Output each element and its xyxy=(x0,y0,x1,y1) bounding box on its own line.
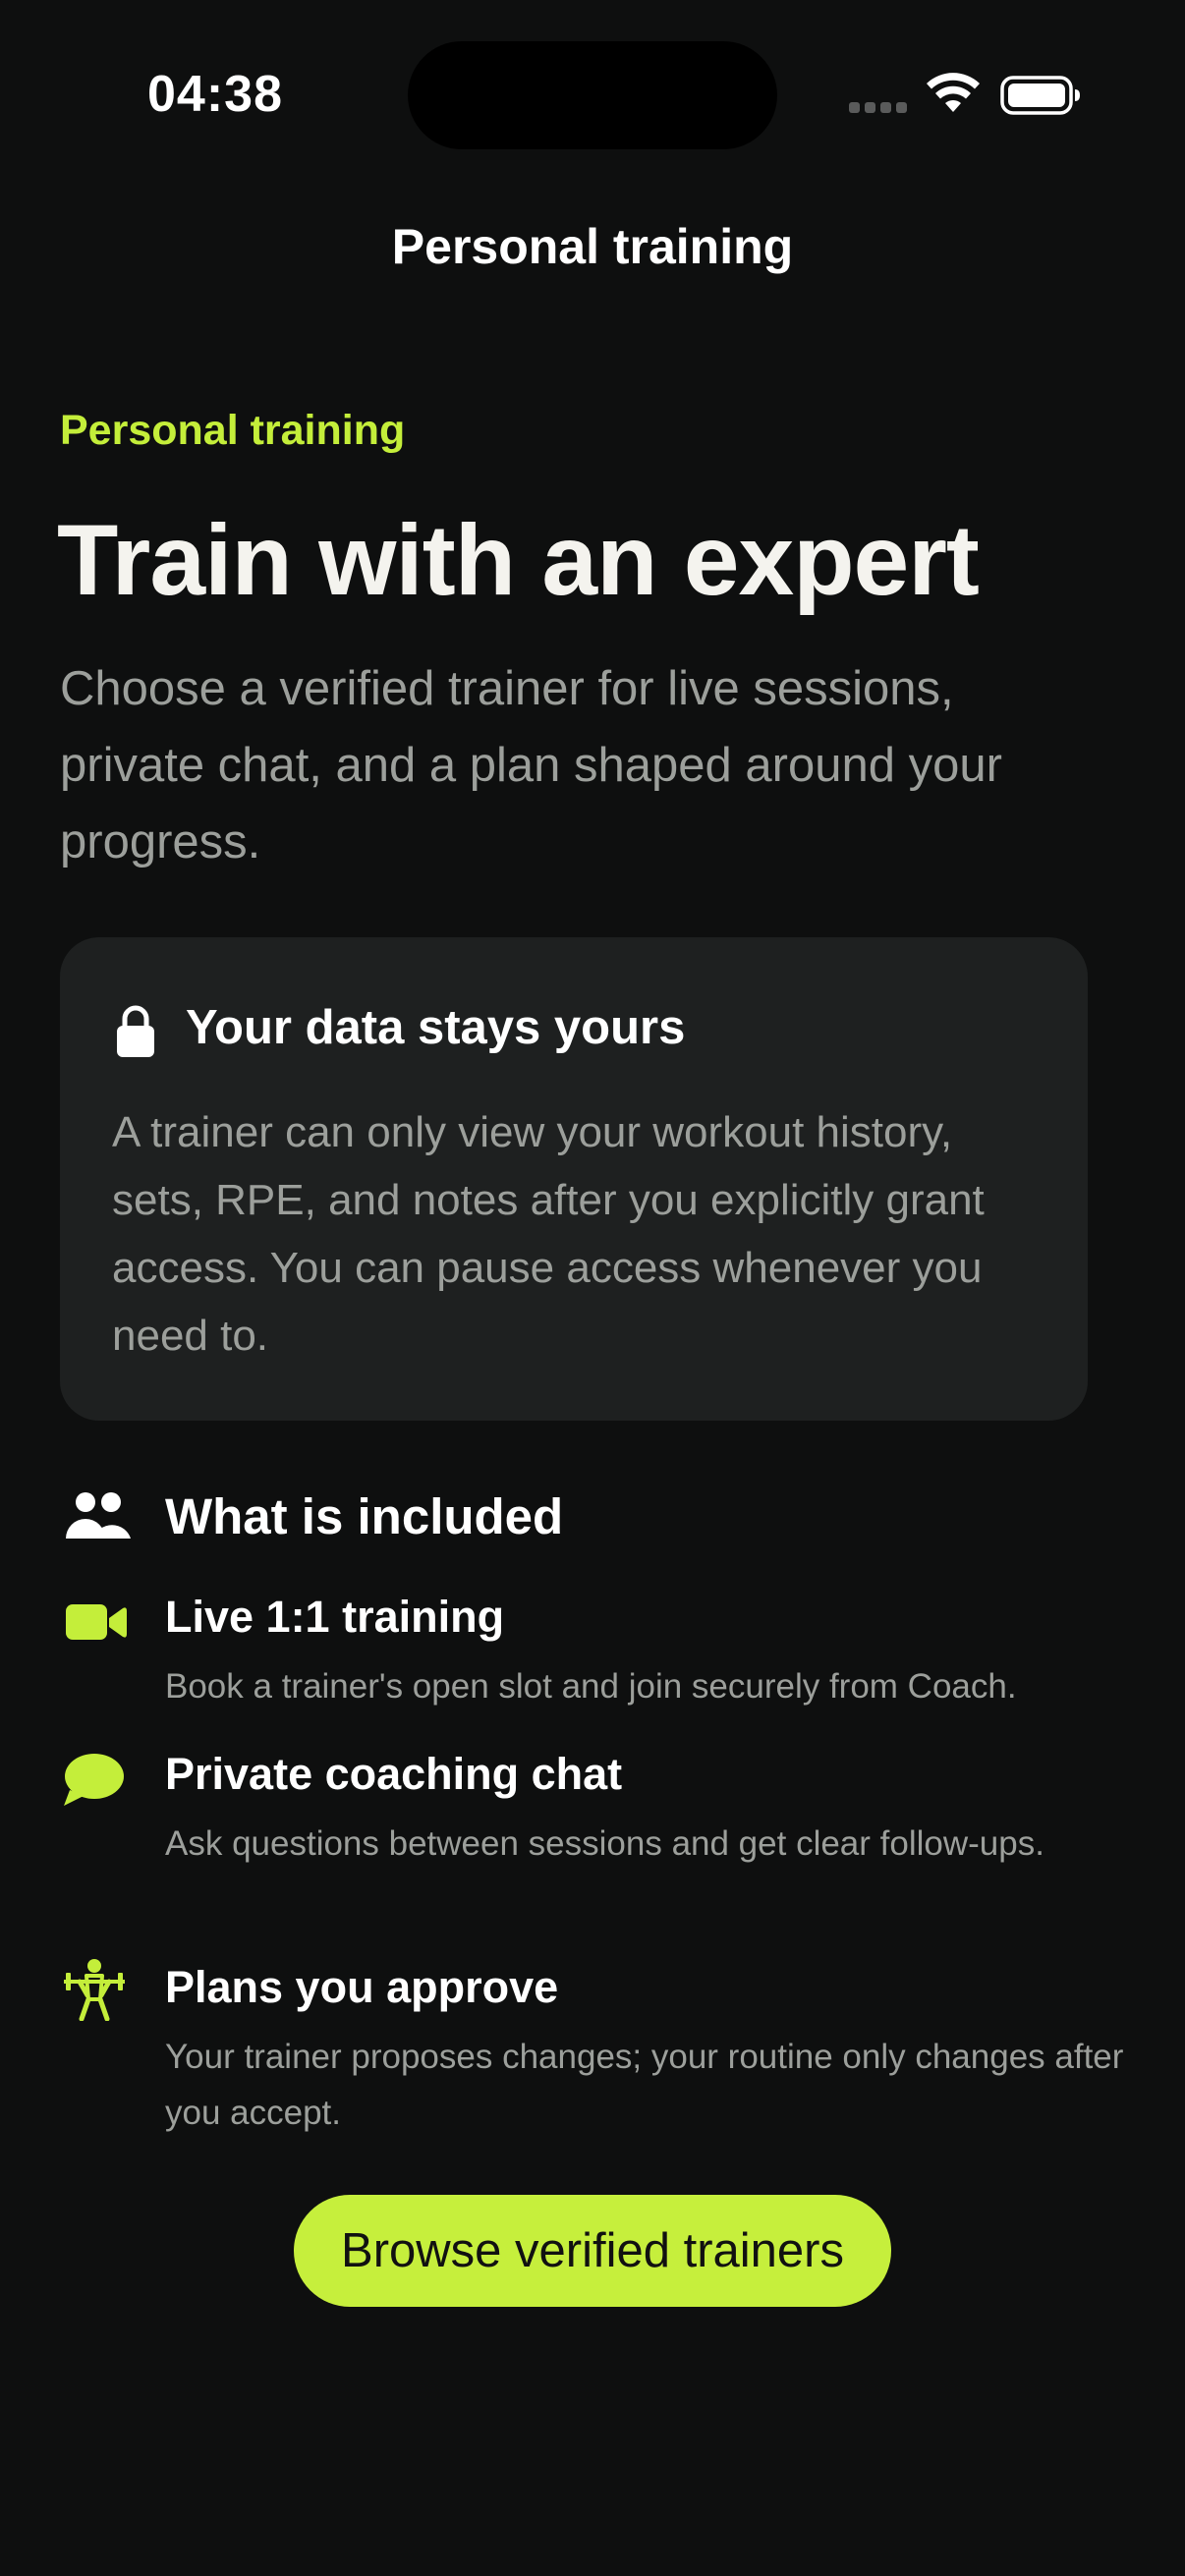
nav-title: Personal training xyxy=(391,219,794,274)
browse-trainers-button[interactable]: Browse verified trainers xyxy=(294,2195,891,2307)
privacy-card-title: Your data stays yours xyxy=(186,1001,686,1054)
chat-bubble-icon xyxy=(64,1754,124,1806)
lock-icon xyxy=(117,1005,154,1057)
feature-description: Your trainer proposes changes; your rout… xyxy=(165,2038,1124,2132)
privacy-card: Your data stays yours A trainer can only… xyxy=(60,937,1088,1421)
privacy-card-body: A trainer can only view your workout his… xyxy=(112,1108,985,1360)
intro-text: Choose a verified trainer for live sessi… xyxy=(60,662,1002,868)
section-eyebrow: Personal training xyxy=(60,407,406,454)
wifi-icon xyxy=(927,73,980,112)
battery-icon xyxy=(1000,76,1080,115)
video-camera-icon xyxy=(66,1604,127,1640)
included-title: What is included xyxy=(165,1488,564,1544)
feature-description: Ask questions between sessions and get c… xyxy=(165,1824,1044,1863)
feature-description: Book a trainer's open slot and join secu… xyxy=(165,1667,1017,1706)
feature-title: Plans you approve xyxy=(165,1962,559,2012)
status-time: 04:38 xyxy=(147,66,283,123)
cellular-signal-icon xyxy=(849,102,908,114)
status-bar: 04:38 xyxy=(0,0,1185,187)
people-icon xyxy=(66,1492,131,1539)
weightlifter-icon xyxy=(64,1959,125,2021)
dynamic-island xyxy=(408,41,777,149)
feature-title: Private coaching chat xyxy=(165,1749,623,1799)
feature-title: Live 1:1 training xyxy=(165,1592,505,1642)
page-headline: Train with an expert xyxy=(57,504,980,616)
included-section-header: What is included xyxy=(60,1482,1043,1550)
